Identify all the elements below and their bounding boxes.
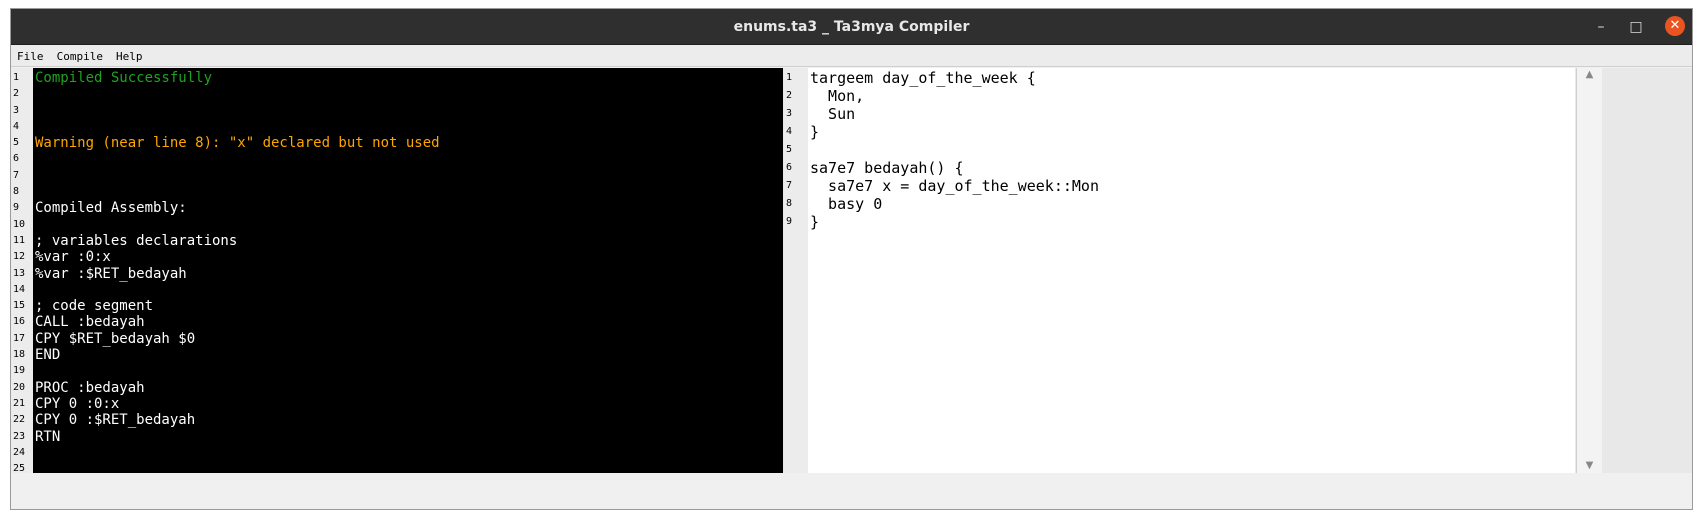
console-line: Compiled Assembly: (35, 200, 187, 217)
console-line: Compiled Successfully (35, 70, 213, 86)
console-line-number: 19 (13, 365, 26, 377)
minimize-button[interactable]: – (1584, 9, 1618, 45)
console-line: ; code segment (35, 298, 154, 315)
code-line: } (810, 123, 820, 141)
console-line-number: 17 (13, 332, 26, 344)
editor-line-number: 1 (786, 72, 793, 83)
console-line: CPY 0 :$RET_bedayah (35, 412, 196, 429)
console-line-number: 11 (13, 234, 26, 246)
close-icon: ✕ (1665, 16, 1685, 36)
editor-line-number: 4 (786, 126, 793, 137)
editor-line-number: 6 (786, 162, 793, 173)
console-line-number: 10 (13, 218, 26, 230)
menu-compile[interactable]: Compile (53, 46, 107, 68)
console-line-number: 22 (13, 414, 26, 426)
scroll-up-icon[interactable]: ▲ (1577, 68, 1602, 82)
console-line-number: 14 (13, 283, 26, 295)
console-line: %var :0:x (35, 249, 111, 266)
compiler-output-console[interactable]: Compiled Successfully Warning (near line … (33, 68, 783, 473)
maximize-button[interactable]: □ (1619, 9, 1653, 45)
console-line-numbers: 1 2 3 4 5 6 7 8 9 10 11 12 13 14 15 16 17 18 19 20 21 22 23 24 2… (11, 68, 33, 474)
console-line-number: 13 (13, 267, 26, 279)
console-line: ; variables declarations (35, 232, 238, 249)
editor-line-number: 2 (786, 90, 793, 101)
console-line-number: 9 (13, 202, 20, 214)
console-line-number: 2 (13, 88, 20, 100)
console-line: CPY 0 :0:x (35, 395, 120, 412)
editor-line-number: 8 (786, 198, 793, 209)
code-line: basy 0 (810, 195, 883, 213)
console-line: RTN (35, 428, 61, 445)
console-line: %var :$RET_bedayah (35, 265, 187, 282)
console-line-number: 7 (13, 169, 20, 181)
console-line-number: 4 (13, 120, 20, 132)
menu-help[interactable]: Help (112, 46, 147, 68)
console-line-number: 3 (13, 104, 20, 116)
main-content: 1 2 3 4 5 6 7 8 9 10 11 12 13 14 15 16 17 18 19 20 21 22 23 24 2… (11, 68, 1692, 509)
console-line-number: 8 (13, 186, 20, 198)
code-line: Sun (810, 105, 856, 123)
console-line: CALL :bedayah (35, 314, 145, 331)
console-line-number: 1 (13, 72, 20, 83)
console-line-number: 15 (13, 300, 26, 312)
title-bar: enums.ta3 _ Ta3mya Compiler – □ ✕ (11, 9, 1692, 45)
code-line: Mon, (810, 87, 865, 105)
window-title: enums.ta3 _ Ta3mya Compiler (733, 19, 970, 35)
menu-file[interactable]: File (13, 46, 48, 68)
status-strip (11, 473, 1692, 509)
console-line: Warning (near line 8): "x" declared but … (35, 135, 440, 152)
console-line-number: 18 (13, 349, 26, 361)
console-line-number: 12 (13, 251, 26, 263)
code-line: sa7e7 bedayah() { (810, 159, 964, 177)
console-line-number: 23 (13, 430, 26, 442)
editor-vertical-scrollbar[interactable]: ▲ ▼ (1576, 68, 1602, 473)
console-line-number: 21 (13, 397, 26, 409)
code-line: targeem day_of_the_week { (810, 69, 1036, 87)
code-line: } (810, 213, 820, 231)
close-button[interactable]: ✕ (1658, 9, 1692, 45)
console-line: END (35, 347, 61, 364)
console-line-number: 6 (13, 153, 20, 165)
console-line-number: 20 (13, 381, 26, 393)
console-line: PROC :bedayah (35, 379, 145, 396)
code-line: sa7e7 x = day_of_the_week::Mon (810, 177, 1099, 195)
editor-line-number: 9 (786, 216, 793, 227)
console-line-number: 16 (13, 316, 26, 328)
editor-line-number: 3 (786, 108, 793, 119)
menu-bar: File Compile Help (11, 45, 1692, 67)
editor-line-numbers: 1 2 3 4 5 6 7 8 9 (784, 68, 808, 473)
source-code-editor[interactable]: targeem day_of_the_week { Mon, Sun} sa7e7… (808, 68, 1575, 473)
scroll-down-icon[interactable]: ▼ (1577, 459, 1602, 473)
console-line: CPY $RET_bedayah $0 (35, 330, 196, 347)
editor-line-number: 5 (786, 144, 793, 155)
console-line-number: 24 (13, 446, 26, 458)
editor-line-number: 7 (786, 180, 793, 191)
app-window: enums.ta3 _ Ta3mya Compiler – □ ✕ File C… (10, 8, 1693, 510)
console-line-number: 5 (13, 137, 20, 149)
